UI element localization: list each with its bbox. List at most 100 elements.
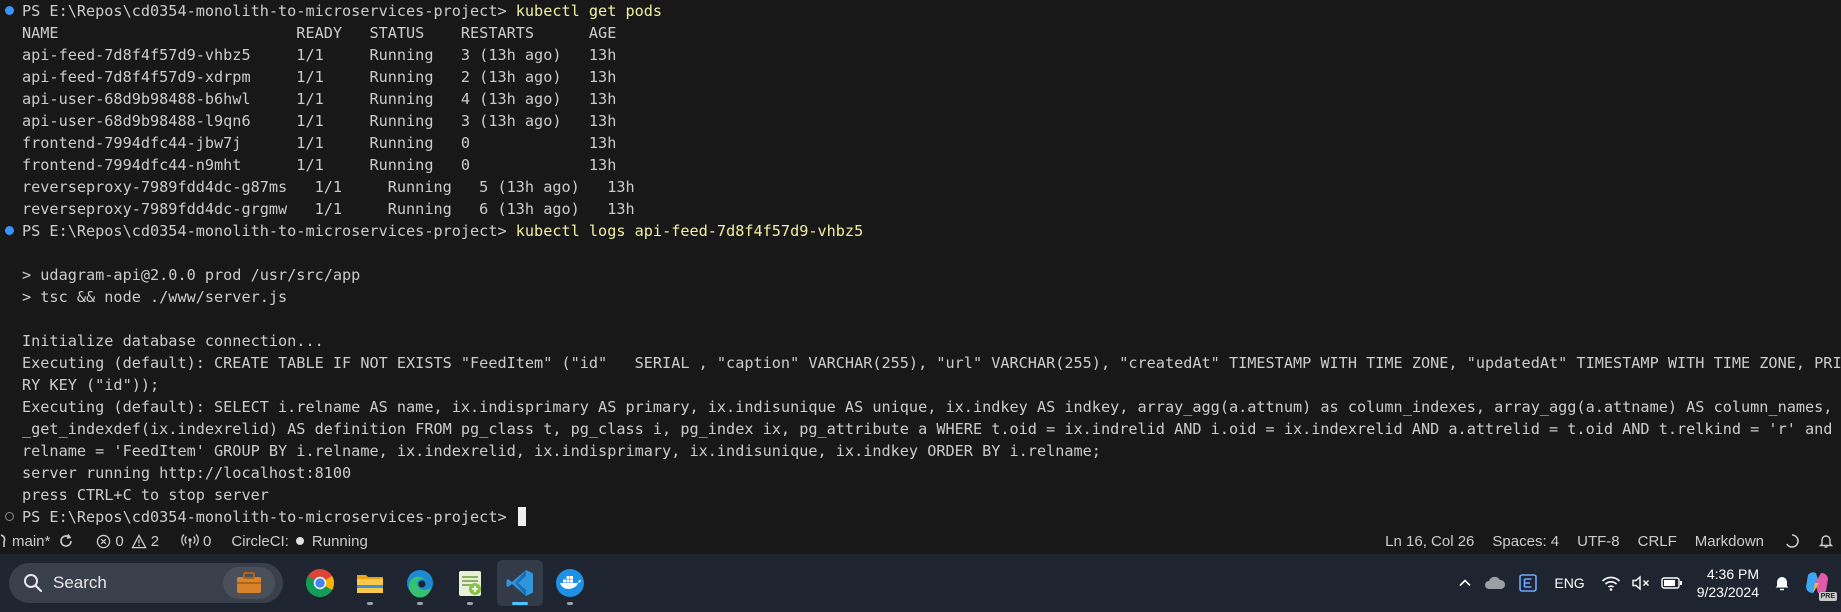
notifications-bell-icon[interactable] (1811, 528, 1841, 554)
copilot-button[interactable]: PRE (1797, 563, 1841, 603)
problems-indicator[interactable]: 0 2 (89, 528, 166, 554)
running-indicator (417, 602, 423, 605)
terminal-output-line: press CTRL+C to stop server (0, 484, 1841, 506)
terminal-output-line: api-feed-7d8f4f57d9-vhbz5 1/1 Running 3 … (0, 44, 1841, 66)
warning-count: 2 (150, 532, 160, 550)
branch-name: main* (12, 532, 51, 550)
line-ending-setting[interactable]: CRLF (1631, 528, 1684, 554)
loading-icon (1777, 528, 1807, 554)
running-indicator (467, 602, 473, 605)
prompt-command: kubectl logs api-feed-7d8f4f57d9-vhbz5 (515, 222, 864, 240)
input-language[interactable]: ENG (1544, 563, 1594, 603)
wifi-icon (1601, 576, 1620, 591)
status-bar: main* 0 2 0 CircleCI: Running Ln 16, Col… (0, 528, 1841, 554)
folder-icon (357, 575, 383, 593)
prompt-path: PS E:\Repos\cd0354-monolith-to-microserv… (22, 2, 516, 20)
vscode-icon (506, 570, 533, 596)
taskbar-app-docker[interactable] (547, 560, 593, 606)
taskbar-app-notepad-plus-plus[interactable] (447, 560, 493, 606)
terminal-output-line: Executing (default): SELECT i.relname AS… (0, 396, 1841, 418)
terminal-output-line: frontend-7994dfc44-n9mht 1/1 Running 0 1… (0, 154, 1841, 176)
command-pending-icon[interactable] (5, 512, 14, 521)
taskbar-app-edge[interactable] (397, 560, 443, 606)
terminal-output-line: reverseproxy-7989fdd4dc-grgmw 1/1 Runnin… (0, 198, 1841, 220)
output-text: reverseproxy-7989fdd4dc-grgmw 1/1 Runnin… (22, 200, 635, 218)
terminal-output-line: relname = 'FeedItem' GROUP BY i.relname,… (0, 440, 1841, 462)
calendar-app-icon (1519, 574, 1538, 592)
terminal-panel[interactable]: PS E:\Repos\cd0354-monolith-to-microserv… (0, 0, 1841, 528)
circleci-label: CircleCI: (231, 532, 289, 550)
terminal-prompt-line: PS E:\Repos\cd0354-monolith-to-microserv… (0, 506, 1841, 528)
source-control-branch[interactable]: main* (0, 528, 81, 554)
output-text: api-feed-7d8f4f57d9-xdrpm 1/1 Running 2 … (22, 68, 617, 86)
output-text: RY KEY ("id")); (22, 376, 160, 394)
command-decoration-icon[interactable] (5, 6, 14, 15)
docker-icon (556, 569, 584, 597)
terminal-output-line: reverseproxy-7989fdd4dc-g87ms 1/1 Runnin… (0, 176, 1841, 198)
output-text: frontend-7994dfc44-n9mht 1/1 Running 0 1… (22, 156, 617, 174)
volume-muted-icon (1632, 575, 1649, 591)
terminal-output-line: Initialize database connection... (0, 330, 1841, 352)
terminal-output-line: > tsc && node ./www/server.js (0, 286, 1841, 308)
output-text: Executing (default): SELECT i.relname AS… (22, 398, 1841, 416)
network-sound-battery[interactable] (1595, 563, 1689, 603)
prompt-command: kubectl get pods (515, 2, 663, 20)
show-hidden-icons-button[interactable] (1452, 563, 1478, 603)
notepad-plus-plus-icon (459, 571, 481, 596)
terminal-output-line: RY KEY ("id")); (0, 374, 1841, 396)
onedrive-tray-icon[interactable] (1478, 563, 1512, 603)
taskbar-app-vscode[interactable] (497, 560, 543, 606)
clock[interactable]: 4:36 PM 9/23/2024 (1689, 565, 1767, 601)
indentation-setting[interactable]: Spaces: 4 (1485, 528, 1566, 554)
terminal-output-line: frontend-7994dfc44-jbw7j 1/1 Running 0 1… (0, 132, 1841, 154)
terminal-output-line: api-user-68d9b98488-l9qn6 1/1 Running 3 … (0, 110, 1841, 132)
terminal-output-line: _get_indexdef(ix.indexrelid) AS definiti… (0, 418, 1841, 440)
chevron-up-icon (1459, 579, 1471, 587)
clock-date: 9/23/2024 (1696, 584, 1759, 600)
clock-time: 4:36 PM (1706, 566, 1759, 582)
output-text: api-user-68d9b98488-b6hwl 1/1 Running 4 … (22, 90, 617, 108)
output-text: frontend-7994dfc44-jbw7j 1/1 Running 0 1… (22, 134, 617, 152)
windows-taskbar: Search ENG 4:36 PM 9/23/2024 PRE (0, 554, 1841, 612)
output-text: NAME READY STATUS RESTARTS AGE (22, 24, 617, 42)
language-mode[interactable]: Markdown (1688, 528, 1771, 554)
terminal-prompt-line: PS E:\Repos\cd0354-monolith-to-microserv… (0, 0, 1841, 22)
search-icon (24, 574, 43, 593)
circleci-status-text: Running (311, 532, 368, 550)
output-text: Executing (default): CREATE TABLE IF NOT… (22, 354, 1841, 372)
running-indicator (367, 602, 373, 605)
encoding-setting[interactable]: UTF-8 (1570, 528, 1627, 554)
taskbar-app-chrome[interactable] (297, 560, 343, 606)
broadcast-icon (181, 534, 199, 548)
terminal-output-line: api-feed-7d8f4f57d9-xdrpm 1/1 Running 2 … (0, 66, 1841, 88)
circleci-status[interactable]: CircleCI: Running (224, 528, 374, 554)
command-decoration-icon[interactable] (5, 226, 14, 235)
terminal-output-line: > udagram-api@2.0.0 prod /usr/src/app (0, 264, 1841, 286)
output-text: press CTRL+C to stop server (22, 486, 269, 504)
terminal-output-line: server running http://localhost:8100 (0, 462, 1841, 484)
error-count: 0 (115, 532, 124, 550)
battery-icon (1661, 577, 1682, 589)
terminal-output-line: api-user-68d9b98488-b6hwl 1/1 Running 4 … (0, 88, 1841, 110)
copilot-preview-badge: PRE (1818, 592, 1837, 601)
app-tray-icon[interactable] (1512, 563, 1544, 603)
circleci-dot-icon (295, 537, 304, 545)
cursor-position[interactable]: Ln 16, Col 26 (1378, 528, 1481, 554)
output-text: > tsc && node ./www/server.js (22, 288, 288, 306)
cloud-icon (1485, 576, 1506, 589)
notification-bell-icon (1775, 577, 1789, 591)
ports-indicator[interactable]: 0 (174, 528, 218, 554)
notifications-button[interactable] (1767, 563, 1797, 603)
output-text: relname = 'FeedItem' GROUP BY i.relname,… (22, 442, 1101, 460)
search-label: Search (53, 573, 107, 592)
taskbar-app-file-explorer[interactable] (347, 560, 393, 606)
output-text: api-feed-7d8f4f57d9-vhbz5 1/1 Running 3 … (22, 46, 617, 64)
taskbar-search[interactable]: Search (9, 563, 283, 603)
prompt-path: PS E:\Repos\cd0354-monolith-to-microserv… (22, 222, 516, 240)
ports-count: 0 (203, 532, 212, 550)
error-icon (97, 534, 111, 548)
briefcase-icon (223, 567, 275, 599)
running-indicator (567, 602, 573, 605)
